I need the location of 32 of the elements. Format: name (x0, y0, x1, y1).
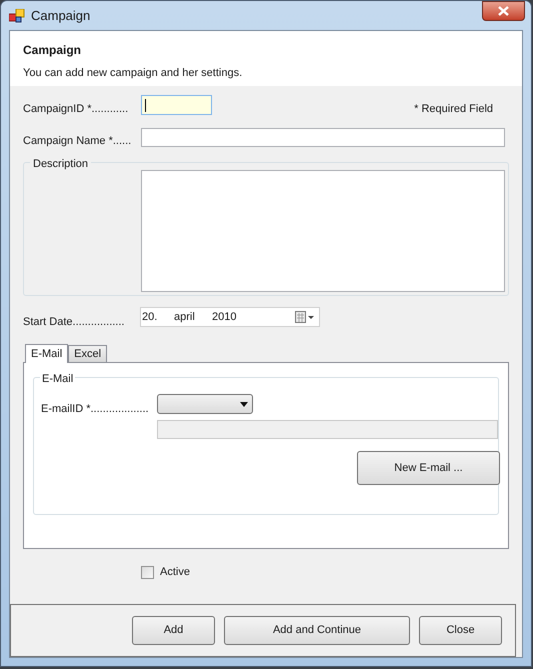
field-label: Campaign Name *...... (23, 134, 132, 150)
new-email-button[interactable]: New E-mail ... (357, 451, 500, 485)
text-field[interactable] (141, 95, 212, 115)
group-title: Description (30, 156, 92, 172)
header-subtitle: You can add new campaign and her settings. (23, 66, 244, 81)
window-title: Campaign (31, 6, 90, 25)
date-year: 2010 (212, 310, 236, 325)
app-icon (9, 8, 25, 22)
text-cursor (145, 98, 146, 112)
date-day: 20. (142, 308, 174, 326)
field-label: Start Date................. (23, 314, 126, 330)
close-button[interactable] (482, 0, 525, 20)
field-label: E-mailID *................... (41, 402, 150, 417)
text-field[interactable] (141, 128, 505, 147)
checkbox[interactable] (141, 566, 154, 578)
date-picker[interactable]: 20. april 2010 (140, 307, 320, 327)
header-title: Campaign (23, 42, 82, 59)
caret-icon (240, 402, 248, 406)
dialog-button[interactable]: Close (419, 616, 502, 645)
text-field[interactable] (157, 420, 498, 439)
date-month: april (174, 310, 196, 325)
field-label: CampaignID *............ (23, 102, 130, 117)
dialog-button[interactable]: Add and Continue (224, 616, 410, 645)
checkbox-label: Active (160, 564, 190, 580)
tab[interactable]: E-Mail (25, 344, 68, 363)
close-icon (498, 6, 509, 16)
tab[interactable]: Excel (68, 345, 108, 362)
dialog-button[interactable]: Add (132, 616, 215, 645)
description-field[interactable] (141, 170, 505, 292)
email-dropdown[interactable] (157, 394, 253, 414)
calendar-dropdown-icon (295, 311, 315, 323)
required-note: * Required Field (414, 102, 493, 117)
